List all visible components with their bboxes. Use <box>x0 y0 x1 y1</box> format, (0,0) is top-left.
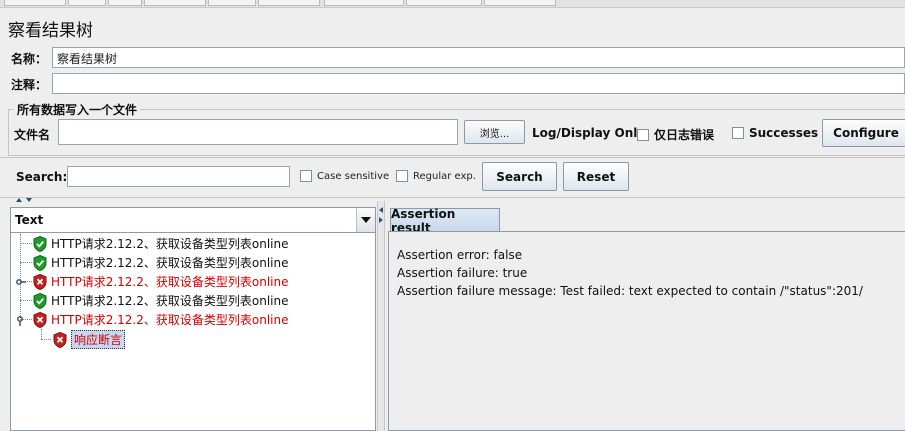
errors-only-checkbox[interactable] <box>637 128 649 141</box>
result-line: Assertion failure message: Test failed: … <box>397 284 863 298</box>
search-button[interactable]: Search <box>482 162 557 191</box>
tree-row-label: HTTP请求2.12.2、获取设备类型列表online <box>51 237 289 251</box>
regex-option[interactable]: Regular exp. <box>396 170 476 182</box>
toolbar-stub <box>208 0 256 6</box>
toolbar-stub <box>68 0 106 6</box>
search-input[interactable] <box>67 166 290 187</box>
renderer-select[interactable]: Text <box>10 207 376 233</box>
case-sensitive-checkbox[interactable] <box>300 170 312 182</box>
tree-child-label: 响应断言 <box>71 330 126 349</box>
successes-option[interactable]: Successes <box>732 126 818 140</box>
tree-row[interactable]: HTTP请求2.12.2、获取设备类型列表online <box>33 272 288 291</box>
arrow-right-icon[interactable] <box>379 217 383 223</box>
regex-checkbox[interactable] <box>396 170 408 182</box>
page-title: 察看结果树 <box>8 21 93 41</box>
results-tree: HTTP请求2.12.2、获取设备类型列表online HTTP请求2.12.2… <box>11 234 375 430</box>
errors-only-label: 仅日志错误 <box>654 128 715 142</box>
tree-row[interactable]: HTTP请求2.12.2、获取设备类型列表online <box>33 291 288 310</box>
successes-checkbox[interactable] <box>732 127 744 139</box>
tab-assertion-result[interactable]: Assertion result <box>390 207 500 235</box>
pass-shield-icon <box>33 235 47 252</box>
toolbar-stub <box>108 0 142 6</box>
panel-splitter[interactable] <box>377 201 385 431</box>
toolbar-stub <box>406 0 482 6</box>
tree-connector <box>20 234 21 320</box>
comment-label: 注释： <box>11 78 48 92</box>
divider <box>0 157 905 158</box>
log-display-label: Log/Display Only: <box>532 126 650 140</box>
fail-shield-icon <box>33 273 47 290</box>
file-group-title: 所有数据写入一个文件 <box>14 101 141 118</box>
chevron-down-icon[interactable] <box>356 208 375 232</box>
expand-handle-icon[interactable] <box>16 278 26 286</box>
pass-shield-icon <box>33 292 47 309</box>
toolbar-stub <box>258 0 320 6</box>
comment-field[interactable] <box>52 73 905 94</box>
assertion-result-panel: Assertion error: false Assertion failure… <box>388 231 905 431</box>
result-line: Assertion error: false <box>397 248 523 262</box>
renderer-select-value: Text <box>15 213 44 227</box>
case-sensitive-label: Case sensitive <box>317 170 390 182</box>
tree-row-label: HTTP请求2.12.2、获取设备类型列表online <box>51 294 289 308</box>
name-label: 名称： <box>11 52 48 66</box>
tree-row[interactable]: HTTP请求2.12.2、获取设备类型列表online <box>33 310 288 329</box>
toolbar-stub <box>4 0 66 6</box>
tree-connector <box>20 243 32 244</box>
filename-input[interactable] <box>58 119 458 145</box>
arrow-left-icon[interactable] <box>379 207 383 213</box>
tree-row[interactable]: HTTP请求2.12.2、获取设备类型列表online <box>33 253 288 272</box>
regex-label: Regular exp. <box>413 170 476 182</box>
configure-button[interactable]: Configure <box>822 119 905 147</box>
tree-row[interactable]: HTTP请求2.12.2、获取设备类型列表online <box>33 234 288 253</box>
result-tabstrip: Assertion result <box>388 207 905 235</box>
pass-shield-icon <box>33 254 47 271</box>
tree-row-label: HTTP请求2.12.2、获取设备类型列表online <box>51 313 289 327</box>
tree-connector <box>41 339 51 340</box>
result-line: Assertion failure: true <box>397 266 528 280</box>
reset-button[interactable]: Reset <box>563 162 629 191</box>
successes-label: Successes <box>749 126 819 140</box>
fail-shield-icon <box>33 311 47 328</box>
errors-only-option[interactable]: 仅日志错误 <box>637 126 714 143</box>
tree-row-label: HTTP请求2.12.2、获取设备类型列表online <box>51 256 289 270</box>
collapse-arrows-icon[interactable] <box>14 197 34 203</box>
tree-row-label: HTTP请求2.12.2、获取设备类型列表online <box>51 275 289 289</box>
search-label: Search: <box>16 170 68 184</box>
case-sensitive-option[interactable]: Case sensitive <box>300 170 389 182</box>
toolbar-stub <box>484 0 556 6</box>
filename-label: 文件名 <box>14 128 51 142</box>
tree-connector <box>20 262 32 263</box>
fail-shield-icon <box>53 331 67 348</box>
name-field[interactable]: 察看结果树 <box>52 47 905 68</box>
toolbar-stub <box>324 0 404 6</box>
tree-connector <box>41 329 42 339</box>
collapse-handle-icon[interactable] <box>16 316 24 326</box>
divider <box>0 197 905 198</box>
tree-connector <box>20 300 32 301</box>
toolbar-stub <box>144 0 206 6</box>
tree-child-row[interactable]: 响应断言 <box>53 330 126 349</box>
top-toolbar <box>0 0 905 8</box>
browse-button[interactable]: 浏览... <box>464 120 525 144</box>
